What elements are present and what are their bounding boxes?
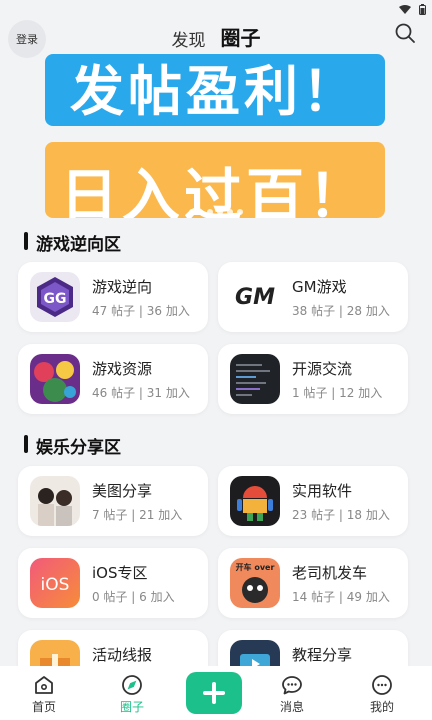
plus-icon (203, 682, 225, 704)
home-icon (35, 676, 53, 694)
message-icon (282, 676, 302, 695)
circle-card-useful-software[interactable]: 实用软件 23 帖子 | 18 加入 (218, 466, 408, 536)
circle-card-gm-game[interactable]: GM GM游戏 38 帖子 | 28 加入 (218, 262, 408, 332)
circle-title: 游戏逆向 (92, 278, 153, 296)
svg-text:开车 over: 开车 over (236, 562, 275, 572)
section-title-entertainment: 娱乐分享区 (24, 433, 121, 458)
pagination-dot[interactable] (207, 209, 213, 215)
android-icon (230, 476, 280, 526)
circle-stats: 47 帖子 | 36 加入 (92, 304, 190, 318)
circle-title: GM游戏 (292, 278, 347, 296)
nav-home[interactable]: 首页 (14, 666, 74, 715)
nav-profile[interactable]: 我的 (352, 666, 412, 715)
photo-icon (30, 476, 80, 526)
pagination-dot[interactable] (237, 209, 243, 215)
circle-card-game-resources[interactable]: 游戏资源 46 帖子 | 31 加入 (18, 344, 208, 414)
pagination-dot[interactable] (189, 209, 203, 215)
nav-messages[interactable]: 消息 (262, 666, 322, 715)
circle-stats: 14 帖子 | 49 加入 (292, 590, 390, 604)
circle-stats: 23 帖子 | 18 加入 (292, 508, 390, 522)
compass-icon (122, 675, 142, 695)
circle-stats: 46 帖子 | 31 加入 (92, 386, 190, 400)
svg-text:iOS: iOS (41, 575, 70, 595)
nav-label: 首页 (31, 700, 56, 714)
meme-icon: 开车 over (230, 558, 280, 608)
nav-label: 我的 (369, 700, 394, 714)
circle-title: 游戏资源 (92, 360, 153, 378)
circle-card-game-reverse[interactable]: GG 游戏逆向 47 帖子 | 36 加入 (18, 262, 208, 332)
banner-bottom-panel: 日入过百！ (45, 142, 385, 218)
tab-discover[interactable]: 发现 (171, 26, 205, 51)
pagination-dot[interactable] (227, 209, 233, 215)
svg-text:GM: GM (235, 285, 275, 310)
tab-circle[interactable]: 圈子 (221, 22, 261, 51)
circle-title: 实用软件 (292, 482, 353, 500)
circle-title: 活动线报 (92, 646, 153, 664)
svg-text:GG: GG (44, 291, 67, 307)
circle-card-photo-share[interactable]: 美图分享 7 帖子 | 21 加入 (18, 466, 208, 536)
banner-top-panel: 发帖盈利！ (45, 54, 385, 126)
nav-label: 消息 (279, 700, 304, 714)
search-icon[interactable] (394, 22, 416, 44)
circle-card-ios[interactable]: iOS iOS专区 0 帖子 | 6 加入 (18, 548, 208, 618)
circle-title: 开源交流 (292, 360, 353, 378)
circle-title: 老司机发车 (292, 564, 368, 582)
circle-card-open-source[interactable]: 开源交流 1 帖子 | 12 加入 (218, 344, 408, 414)
add-post-button[interactable] (186, 672, 242, 714)
circle-stats: 1 帖子 | 12 加入 (292, 386, 383, 400)
circle-title: iOS专区 (92, 564, 148, 582)
banner-pagination (0, 209, 432, 215)
ios-icon: iOS (30, 558, 80, 608)
nav-label: 圈子 (119, 700, 144, 714)
circle-card-old-driver[interactable]: 开车 over 老司机发车 14 帖子 | 49 加入 (218, 548, 408, 618)
circle-title: 教程分享 (292, 646, 353, 664)
section-title-game-reverse: 游戏逆向区 (24, 230, 121, 255)
top-tabs: 发现 圈子 (0, 22, 432, 51)
circle-stats: 0 帖子 | 6 加入 (92, 590, 175, 604)
game-art-icon (30, 354, 80, 404)
banner-top-text: 发帖盈利！ (70, 60, 360, 123)
status-bar (0, 0, 432, 15)
gm-logo-icon: GM (230, 272, 280, 322)
promo-banner[interactable]: 发帖盈利！ 日入过百！ (0, 50, 432, 218)
circle-title: 美图分享 (92, 482, 153, 500)
pagination-dot[interactable] (217, 209, 223, 215)
terminal-icon (230, 354, 280, 404)
circle-stats: 38 帖子 | 28 加入 (292, 304, 390, 318)
circle-stats: 7 帖子 | 21 加入 (92, 508, 183, 522)
nav-circle[interactable]: 圈子 (102, 666, 162, 715)
gameguardian-icon: GG (30, 272, 80, 322)
profile-icon (372, 675, 392, 695)
